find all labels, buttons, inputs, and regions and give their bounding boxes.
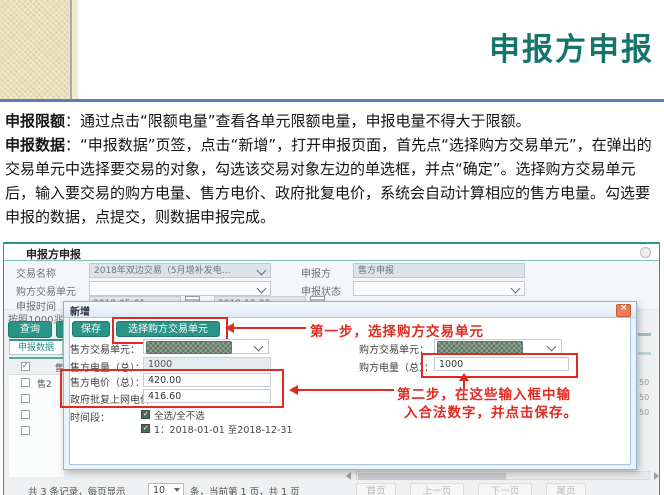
declarer-field[interactable]: 售方申报 [353, 263, 525, 278]
table-cell-fragment: 50 [639, 378, 649, 387]
seller-unit-label: 售方交易单元： [70, 341, 140, 356]
trade-name-value: 2018年双边交易（5月增补发电… [94, 266, 231, 276]
table-fragment-dash [638, 333, 651, 336]
modal-titlebar: 新增 [64, 302, 636, 318]
slide-body: 申报限额：通过点击“限额电量”查看各单元限额电量，申报电量不得大于限额。 申报数… [5, 109, 660, 229]
pagination-summary-suffix: 条，当前第 1 页，共 1 页 [190, 484, 300, 495]
annotation-step2-line2: 入合法数字，并点击保存。 [404, 401, 578, 421]
save-button[interactable]: 保存 [72, 321, 110, 337]
chevron-down-icon [257, 266, 267, 276]
annotation-step1: 第一步，选择购方交易单元 [310, 320, 484, 340]
last-page-button[interactable]: 尾页 [546, 483, 586, 495]
status-select[interactable] [353, 281, 525, 296]
header-rule [0, 99, 664, 102]
annotation-step2-line1: 第二步，在这些输入框中输 [397, 383, 571, 403]
page-size-select[interactable]: 10 [148, 483, 184, 495]
select-all-period-checkbox[interactable] [141, 410, 150, 419]
censored-value [146, 341, 232, 354]
buyer-unit-label: 购方交易单元 [16, 283, 76, 298]
caret-down-icon [174, 488, 180, 492]
table-header-row: 售 [9, 359, 64, 375]
buyer-unit-select[interactable] [89, 281, 271, 296]
trade-name-label: 交易名称 [16, 265, 56, 280]
chevron-down-icon [547, 342, 557, 352]
trade-name-select[interactable]: 2018年双边交易（5月增补发电… [89, 263, 271, 278]
row-checkbox[interactable] [21, 394, 30, 403]
sidebar-strip [72, 0, 78, 99]
modal-title: 新增 [70, 303, 90, 318]
row-checkbox[interactable] [21, 426, 30, 435]
period-option-all: 全选/全不选 [154, 408, 205, 422]
chevron-down-icon [257, 284, 267, 294]
paragraph-limit-text: ：通过点击“限额电量”查看各单元限额电量，申报电量不得大于限额。 [65, 112, 531, 130]
horizontal-scrollbar[interactable] [356, 471, 650, 480]
first-page-button[interactable]: 首页 [356, 483, 396, 495]
row-checkbox[interactable] [21, 410, 30, 419]
annotation-arrow-step1 [234, 327, 306, 329]
slide: 申报方申报 申报限额：通过点击“限额电量”查看各单元限额电量，申报电量不得大于限… [0, 0, 664, 495]
buyer-unit-select[interactable] [434, 339, 562, 354]
chevron-down-icon [511, 284, 521, 294]
period-option-1: 1：2018-01-01 至2018-12-31 [154, 422, 292, 436]
table-row[interactable]: 售2 [9, 375, 64, 390]
slide-title: 申报方申报 [489, 24, 654, 69]
row-checkbox[interactable] [21, 378, 30, 387]
query-button[interactable]: 查询 [8, 321, 52, 338]
new-entry-modal: 新增 保存 选择购方交易单元 第一步，选择购方交易单元 售方交易单元： 售方电量… [63, 301, 637, 470]
paragraph-limit-lead: 申报限额 [5, 112, 65, 130]
paragraph-data: 申报数据：“申报数据”页签，点击“新增”，打开申报页面，首先点“选择购方交易单元… [5, 133, 660, 229]
prev-page-button[interactable]: 上一页 [410, 483, 464, 495]
data-table-fragment: 售 售2 [9, 357, 64, 477]
next-page-button[interactable]: 下一页 [478, 483, 532, 495]
scroll-right-icon[interactable] [654, 472, 659, 480]
pagination-summary-prefix: 共 3 条记录，每页显示 [28, 484, 126, 495]
table-fragment-dash [638, 352, 651, 355]
annotation-box-buyer-qty [421, 353, 578, 378]
declarer-label: 申报方 [301, 265, 331, 280]
sidebar-decoration [0, 0, 70, 99]
tab-declare-data[interactable]: 申报数据 [9, 339, 63, 355]
window-titlebar: 申报方申报 [4, 244, 659, 261]
select-all-checkbox[interactable] [21, 362, 30, 371]
period-label: 时间段： [70, 409, 110, 424]
modal-close-icon[interactable] [616, 304, 631, 317]
paragraph-limit: 申报限额：通过点击“限额电量”查看各单元限额电量，申报电量不得大于限额。 [5, 109, 660, 133]
scrollbar-thumb[interactable] [358, 473, 506, 480]
table-row-fragment: 售2 [37, 377, 52, 390]
seller-unit-select[interactable] [143, 339, 269, 354]
declarer-value: 售方申报 [358, 266, 394, 276]
buyer-unit-label: 购方交易单元： [359, 341, 429, 356]
table-cell-fragment: 50 [639, 408, 649, 417]
window-title: 申报方申报 [26, 246, 81, 262]
scroll-left-icon[interactable] [346, 472, 351, 480]
annotation-arrow-step2 [298, 389, 394, 391]
window-close-icon[interactable] [640, 247, 651, 258]
page-size-value: 10 [153, 485, 165, 495]
paragraph-data-lead: 申报数据 [5, 136, 65, 154]
annotation-box-step2-left [60, 369, 284, 408]
table-cell-fragment: 50 [639, 393, 649, 402]
period-1-checkbox[interactable] [141, 424, 150, 433]
chevron-down-icon [254, 342, 264, 352]
paragraph-data-text: ：“申报数据”页签，点击“新增”，打开申报页面，首先点“选择购方交易单元”，在弹… [5, 136, 652, 226]
